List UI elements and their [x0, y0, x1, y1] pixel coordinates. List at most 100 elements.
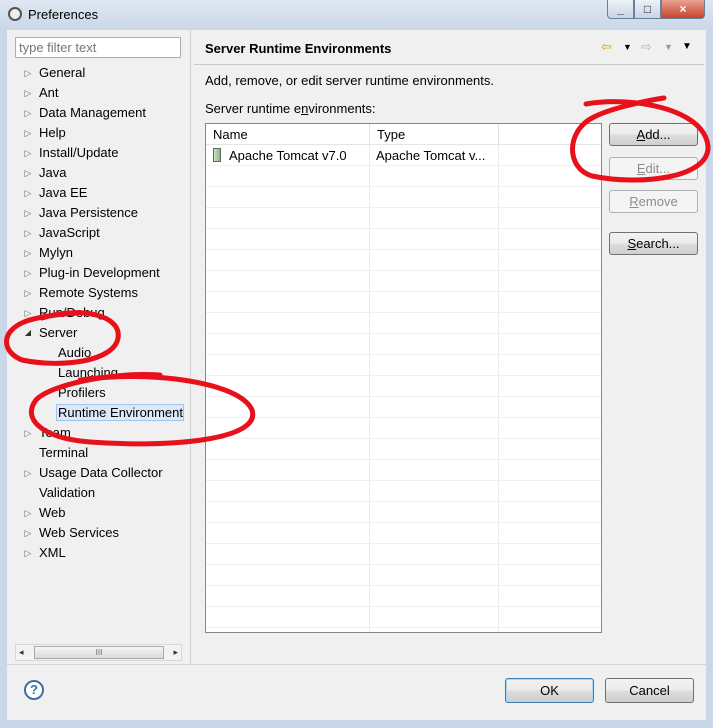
tree-item-label: Java — [39, 165, 67, 180]
table-row[interactable] — [206, 607, 601, 628]
table-row[interactable]: Apache Tomcat v7.0 Apache Tomcat v... — [206, 145, 601, 166]
table-row[interactable] — [206, 292, 601, 313]
tree-item[interactable]: ▷ JavaScript — [7, 223, 190, 243]
tree-item[interactable]: ▷ XML — [7, 543, 190, 563]
tree-item[interactable]: ▷ Run/Debug — [7, 303, 190, 323]
tree-item[interactable]: ▷ Web Services — [7, 523, 190, 543]
tree-item[interactable]: ▷ Plug-in Development — [7, 263, 190, 283]
collapsed-arrow-icon[interactable]: ▷ — [23, 303, 33, 323]
tree-item[interactable]: ▷ Java Persistence — [7, 203, 190, 223]
tree-item[interactable]: ◢ Server — [7, 323, 190, 343]
ok-button[interactable]: OK — [505, 678, 594, 703]
table-row[interactable] — [206, 565, 601, 586]
collapsed-arrow-icon[interactable]: ▷ — [23, 203, 33, 223]
edit-button[interactable]: Edit... — [609, 157, 698, 180]
scroll-right-icon[interactable]: ▸ — [173, 647, 178, 658]
tree-item[interactable]: ▷ Team — [7, 423, 190, 443]
minimize-button[interactable]: _ — [607, 0, 634, 19]
tree-item[interactable]: Runtime Environment — [7, 403, 190, 423]
tree-item-label: Profilers — [58, 385, 106, 400]
window-title: Preferences — [28, 7, 99, 22]
back-history-dropdown-icon[interactable]: ▼ — [623, 38, 632, 56]
table-row[interactable] — [206, 208, 601, 229]
table-row[interactable] — [206, 250, 601, 271]
table-row[interactable] — [206, 460, 601, 481]
forward-history-dropdown-icon[interactable]: ▼ — [664, 38, 673, 56]
maximize-button[interactable]: □ — [634, 0, 661, 19]
tree-item[interactable]: ▷ Install/Update — [7, 143, 190, 163]
expanded-arrow-icon[interactable]: ◢ — [23, 323, 33, 343]
tree-item[interactable]: ▷ General — [7, 63, 190, 83]
tree-item[interactable]: ▷ Data Management — [7, 103, 190, 123]
collapsed-arrow-icon[interactable]: ▷ — [23, 143, 33, 163]
search-button[interactable]: Search... — [609, 232, 698, 255]
collapsed-arrow-icon[interactable]: ▷ — [23, 423, 33, 443]
scroll-left-icon[interactable]: ◂ — [19, 647, 24, 658]
collapsed-arrow-icon[interactable]: ▷ — [23, 63, 33, 83]
back-arrow-icon[interactable]: ⇦ — [601, 38, 612, 56]
collapsed-arrow-icon[interactable]: ▷ — [23, 283, 33, 303]
tree-item[interactable]: ▷ Mylyn — [7, 243, 190, 263]
collapsed-arrow-icon[interactable]: ▷ — [23, 163, 33, 183]
tree-item-label: JavaScript — [39, 225, 100, 240]
add-button[interactable]: Add... — [609, 123, 698, 146]
table-row[interactable] — [206, 334, 601, 355]
table-row[interactable] — [206, 544, 601, 565]
title-bar: Preferences _ □ × — [0, 0, 713, 31]
table-row[interactable] — [206, 313, 601, 334]
collapsed-arrow-icon[interactable]: ▷ — [23, 463, 33, 483]
table-row[interactable] — [206, 166, 601, 187]
collapsed-arrow-icon[interactable]: ▷ — [23, 103, 33, 123]
table-row[interactable] — [206, 229, 601, 250]
tree-item[interactable]: Profilers — [7, 383, 190, 403]
tree-item[interactable]: ▷ Remote Systems — [7, 283, 190, 303]
table-row[interactable] — [206, 586, 601, 607]
scrollbar-thumb[interactable]: III — [34, 646, 164, 659]
table-row[interactable] — [206, 187, 601, 208]
collapsed-arrow-icon[interactable]: ▷ — [23, 183, 33, 203]
tree-item[interactable]: Terminal — [7, 443, 190, 463]
table-row[interactable] — [206, 502, 601, 523]
collapsed-arrow-icon[interactable]: ▷ — [23, 503, 33, 523]
collapsed-arrow-icon[interactable]: ▷ — [23, 243, 33, 263]
table-row[interactable] — [206, 439, 601, 460]
tree-item[interactable]: Audio — [7, 343, 190, 363]
forward-arrow-icon[interactable]: ⇨ — [641, 38, 652, 56]
view-menu-icon[interactable]: ▼ — [682, 38, 692, 56]
tree-item[interactable]: Validation — [7, 483, 190, 503]
table-row[interactable] — [206, 481, 601, 502]
table-row[interactable] — [206, 376, 601, 397]
table-row[interactable] — [206, 355, 601, 376]
table-row[interactable] — [206, 628, 601, 632]
tree-horizontal-scrollbar[interactable]: ◂ III ▸ — [15, 644, 182, 661]
collapsed-arrow-icon[interactable]: ▷ — [23, 123, 33, 143]
cancel-button[interactable]: Cancel — [605, 678, 694, 703]
collapsed-arrow-icon[interactable]: ▷ — [23, 523, 33, 543]
tree-item-label: Audio — [58, 345, 92, 360]
tree-item[interactable]: ▷ Usage Data Collector — [7, 463, 190, 483]
collapsed-arrow-icon[interactable]: ▷ — [23, 543, 33, 563]
table-row[interactable] — [206, 397, 601, 418]
collapsed-arrow-icon[interactable]: ▷ — [23, 83, 33, 103]
column-header-type[interactable]: Type — [370, 124, 499, 145]
tree-item[interactable]: Launching — [7, 363, 190, 383]
tree-item[interactable]: ▷ Ant — [7, 83, 190, 103]
column-header-filler — [499, 124, 601, 145]
collapsed-arrow-icon[interactable]: ▷ — [23, 223, 33, 243]
tree-item-label: Java Persistence — [39, 205, 138, 220]
close-button[interactable]: × — [661, 0, 705, 19]
remove-button[interactable]: Remove — [609, 190, 698, 213]
table-row[interactable] — [206, 523, 601, 544]
tree-item[interactable]: ▷ Java — [7, 163, 190, 183]
table-row[interactable] — [206, 418, 601, 439]
runtime-table[interactable]: Name Type Apache Tomcat v7.0 Apache Tomca… — [205, 123, 602, 633]
tree-item[interactable]: ▷ Web — [7, 503, 190, 523]
help-icon[interactable]: ? — [24, 680, 44, 700]
tree-item[interactable]: ▷ Java EE — [7, 183, 190, 203]
table-row[interactable] — [206, 271, 601, 292]
tree-item[interactable]: ▷ Help — [7, 123, 190, 143]
pane-divider[interactable] — [190, 30, 191, 664]
column-header-name[interactable]: Name — [206, 124, 370, 145]
filter-input[interactable] — [15, 37, 181, 58]
collapsed-arrow-icon[interactable]: ▷ — [23, 263, 33, 283]
